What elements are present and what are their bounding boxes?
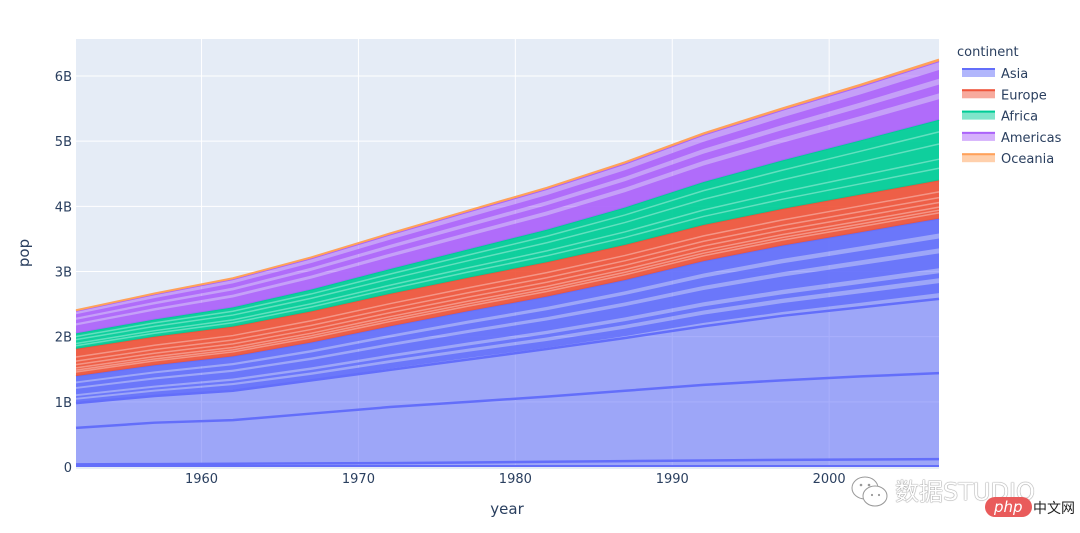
y-tick-label: 0 bbox=[64, 461, 72, 476]
x-tick-label: 1970 bbox=[342, 472, 375, 487]
y-tick-label: 3B bbox=[55, 266, 72, 281]
x-tick-label: 1980 bbox=[499, 472, 532, 487]
x-tick-label: 2000 bbox=[813, 472, 846, 487]
legend-title: continent bbox=[957, 45, 1019, 60]
legend: continent Asia Europe Africa Americas Oceani… bbox=[957, 45, 1062, 167]
y-tick-label: 1B bbox=[55, 396, 72, 411]
legend-label: Europe bbox=[1001, 88, 1047, 103]
x-tick-label: 1960 bbox=[185, 472, 218, 487]
y-tick-label: 2B bbox=[55, 331, 72, 346]
legend-label: Africa bbox=[1001, 110, 1038, 125]
legend-item-africa[interactable]: Africa bbox=[962, 110, 1038, 125]
legend-label: Americas bbox=[1001, 131, 1062, 146]
x-axis-ticks: 1960 1970 1980 1990 2000 bbox=[185, 472, 846, 487]
y-axis-ticks: 0 1B 2B 3B 4B 5B 6B bbox=[55, 70, 72, 476]
wechat-icon bbox=[851, 476, 888, 507]
legend-label: Oceania bbox=[1001, 152, 1054, 167]
stacked-area-chart: 1960 1970 1980 1990 2000 01B2B3B4B5B6B year … bbox=[15, 39, 1062, 518]
y-axis-title: pop bbox=[15, 239, 33, 267]
watermark-suffix: 中文网 bbox=[1033, 501, 1075, 517]
y-tick-label: 4B bbox=[55, 200, 72, 215]
x-tick-label: 1990 bbox=[656, 472, 689, 487]
watermark: 数据STUDIO php 中文网 bbox=[850, 470, 1080, 520]
legend-item-oceania[interactable]: Oceania bbox=[962, 152, 1054, 167]
legend-label: Asia bbox=[1001, 67, 1028, 82]
legend-item-americas[interactable]: Americas bbox=[962, 131, 1062, 146]
y-tick-label: 6B bbox=[55, 70, 72, 85]
watermark-badge: php bbox=[985, 497, 1032, 517]
legend-item-europe[interactable]: Europe bbox=[962, 88, 1047, 103]
x-axis-title: year bbox=[490, 500, 524, 518]
y-tick-label: 5B bbox=[55, 135, 72, 150]
legend-item-asia[interactable]: Asia bbox=[962, 67, 1028, 82]
